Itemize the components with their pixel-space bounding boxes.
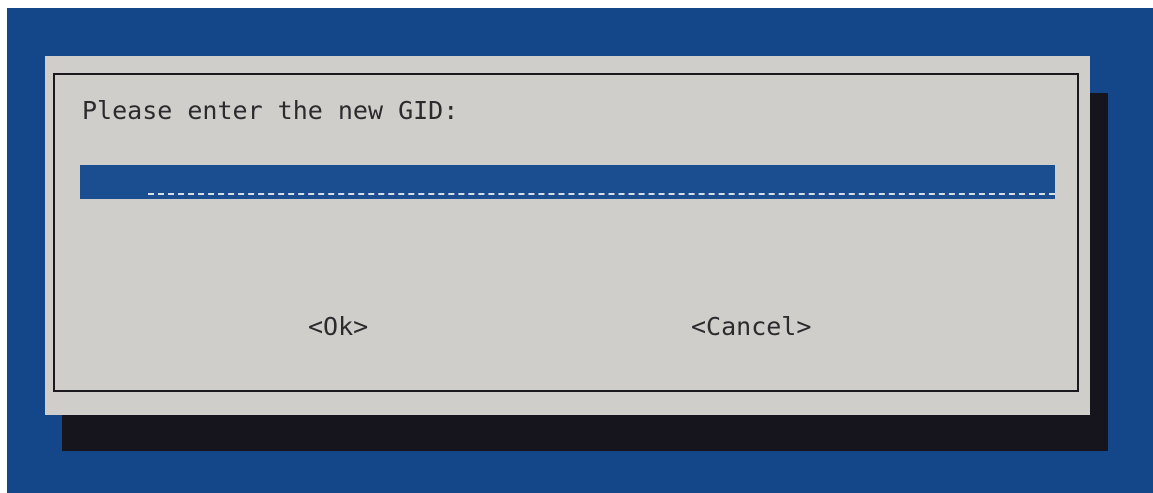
dialog-prompt: Please enter the new GID: xyxy=(82,96,459,125)
gid-input-field[interactable]: 2500 xyxy=(80,165,1055,199)
ok-button[interactable]: <Ok> xyxy=(308,312,368,342)
cancel-button[interactable]: <Cancel> xyxy=(691,312,811,342)
input-fill-underline xyxy=(148,193,1055,195)
